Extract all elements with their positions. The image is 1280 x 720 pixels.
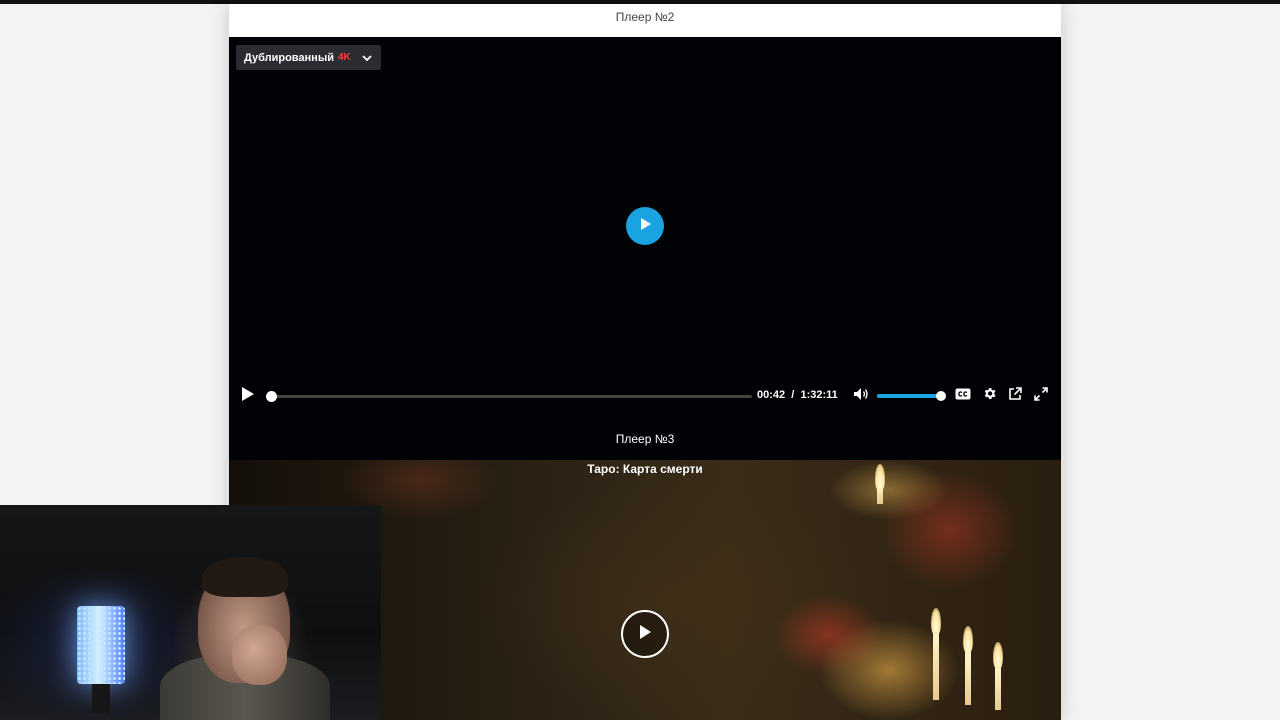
movie-title: Таро: Карта смерти bbox=[587, 462, 703, 476]
candle-flame bbox=[931, 608, 941, 636]
player2-title: Плеер №2 bbox=[615, 10, 675, 24]
volume-handle[interactable] bbox=[936, 391, 946, 401]
popout-icon bbox=[1008, 386, 1022, 406]
center-play-button[interactable] bbox=[626, 207, 664, 245]
current-time: 00:42 bbox=[757, 389, 786, 401]
duration: 1:32:11 bbox=[800, 389, 838, 401]
candle-flame bbox=[963, 626, 973, 654]
popout-button[interactable] bbox=[1006, 384, 1024, 408]
play-button[interactable] bbox=[239, 384, 257, 408]
fullscreen-button[interactable] bbox=[1032, 384, 1050, 408]
play-icon bbox=[241, 386, 255, 407]
translation-label: Дублированный bbox=[244, 51, 334, 64]
chevron-down-icon bbox=[361, 52, 373, 64]
gear-icon bbox=[982, 386, 997, 406]
time-display: 00:42 / 1:32:11 bbox=[757, 389, 838, 401]
volume-slider[interactable] bbox=[877, 391, 946, 401]
streamer-hair-image bbox=[202, 557, 288, 597]
settings-button[interactable] bbox=[980, 384, 998, 408]
lamp-image bbox=[77, 606, 125, 684]
candle-decoration bbox=[965, 650, 971, 705]
fullscreen-icon bbox=[1034, 386, 1048, 406]
translation-select[interactable]: Дублированный 4K bbox=[236, 45, 381, 70]
player3-play-button[interactable] bbox=[621, 610, 669, 658]
webcam-overlay bbox=[0, 505, 381, 720]
volume-icon bbox=[853, 387, 869, 406]
player-controls: 00:42 / 1:32:11 bbox=[229, 384, 1061, 408]
play-icon bbox=[638, 624, 652, 645]
video-player-2[interactable]: Дублированный 4K 00:42 / 1:32:11 bbox=[229, 37, 1061, 427]
lamp-stand-image bbox=[92, 684, 110, 714]
candle-decoration bbox=[995, 665, 1001, 710]
player3-title: Плеер №3 bbox=[615, 432, 675, 446]
streamer-hand-image bbox=[232, 625, 287, 685]
candle-flame bbox=[993, 642, 1003, 670]
quality-badge: 4K bbox=[337, 52, 351, 63]
subtitles-icon bbox=[955, 387, 971, 405]
candle-decoration bbox=[933, 630, 939, 700]
mute-button[interactable] bbox=[852, 384, 870, 408]
seek-bar[interactable] bbox=[265, 391, 752, 402]
time-separator: / bbox=[791, 389, 795, 401]
subtitles-button[interactable] bbox=[954, 384, 972, 408]
play-icon bbox=[638, 217, 652, 236]
volume-level bbox=[877, 394, 941, 398]
seek-bar-handle[interactable] bbox=[265, 391, 277, 402]
